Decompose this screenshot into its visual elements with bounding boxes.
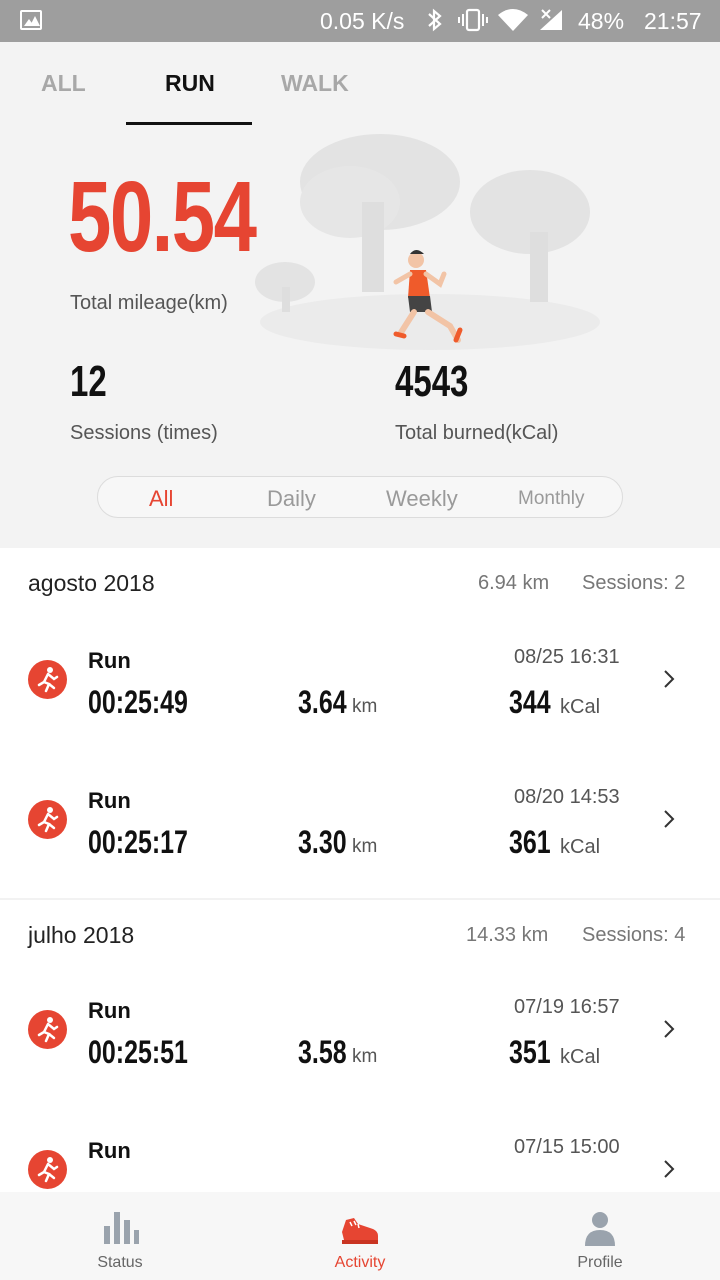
nav-label: Profile [577,1254,623,1271]
run-duration: 00:25:51 [88,1034,188,1070]
vibrate-icon [458,8,488,38]
month-distance: 14.33 km [466,924,549,946]
month-name: agosto 2018 [28,570,155,596]
bottom-navigation: Status Activity Profile [0,1192,720,1280]
distance-unit: km [352,1046,378,1067]
bluetooth-icon [426,8,444,38]
run-distance: 3.30 [298,824,347,860]
person-icon [585,1212,615,1246]
sessions-label: Sessions (times) [70,422,218,444]
chevron-right-icon [664,810,675,828]
run-calories: 361 [509,824,551,860]
run-title: Run [88,788,131,813]
tab-all[interactable]: ALL [41,70,86,97]
run-title: Run [88,998,131,1023]
run-calories: 344 [509,684,551,720]
battery-level: 48% [578,8,625,34]
running-icon [28,660,67,699]
nav-status[interactable]: Status [0,1192,240,1280]
clock: 21:57 [644,8,702,34]
month-distance: 6.94 km [478,572,550,594]
calories-unit: kCal [560,696,601,718]
run-row[interactable]: Run 07/15 15:00 [0,1110,720,1192]
chevron-right-icon [664,670,675,688]
activity-list[interactable]: agosto 2018 6.94 km Sessions: 2 Run 08/2… [0,548,720,1192]
active-tab-indicator [126,122,252,125]
burned-value: 4543 [395,357,469,406]
month-name: julho 2018 [28,922,135,948]
month-header: julho 2018 14.33 km Sessions: 4 [0,900,720,970]
run-datetime: 07/15 15:00 [514,1136,620,1158]
run-duration: 00:25:49 [88,684,188,720]
filter-daily[interactable]: Daily [267,486,316,512]
run-row[interactable]: Run 08/20 14:53 00:25:17 3.30 km 361 kCa… [0,760,720,900]
run-title: Run [88,1138,131,1163]
status-bar: 0.05 K/s 48% 21:57 [0,0,720,42]
gallery-icon [20,10,42,30]
run-row[interactable]: Run 07/19 16:57 00:25:51 3.58 km 351 kCa… [0,970,720,1110]
run-datetime: 08/25 16:31 [514,646,620,668]
nav-label: Status [97,1254,143,1271]
signal-icon [538,8,566,38]
run-title: Run [88,648,131,673]
run-row[interactable]: Run 08/25 16:31 00:25:49 3.64 km 344 kCa… [0,620,720,760]
running-icon [28,1150,67,1189]
nav-activity[interactable]: Activity [240,1192,480,1280]
distance-unit: km [352,696,378,717]
tab-walk[interactable]: WALK [281,70,349,97]
run-distance: 3.64 [298,684,347,720]
month-sessions: Sessions: 4 [582,924,686,946]
wifi-icon [497,8,529,38]
run-calories: 351 [509,1034,551,1070]
total-mileage-label: Total mileage(km) [70,292,228,314]
run-datetime: 07/19 16:57 [514,996,620,1018]
run-distance: 3.58 [298,1034,347,1070]
running-icon [28,1010,67,1049]
run-datetime: 08/20 14:53 [514,786,620,808]
summary-header: ALL RUN WALK 50.54 Total mileage(km) 12 … [0,42,720,548]
tab-run[interactable]: RUN [165,70,215,97]
runner-illustration [255,134,600,350]
nav-profile[interactable]: Profile [480,1192,720,1280]
filter-monthly[interactable]: Monthly [518,488,585,510]
total-mileage-value: 50.54 [68,161,257,273]
nav-label: Activity [334,1254,386,1271]
calories-unit: kCal [560,1046,601,1068]
month-sessions: Sessions: 2 [582,572,686,594]
chevron-right-icon [664,1160,675,1178]
running-icon [28,800,67,839]
calories-unit: kCal [560,836,601,858]
sessions-value: 12 [70,357,107,406]
distance-unit: km [352,836,378,857]
month-header: agosto 2018 6.94 km Sessions: 2 [0,548,720,618]
network-speed: 0.05 K/s [320,8,405,34]
filter-weekly[interactable]: Weekly [386,486,458,512]
chevron-right-icon [664,1020,675,1038]
bar-chart-icon [104,1212,139,1244]
shoe-icon [342,1218,378,1244]
period-filter: All Daily Weekly Monthly [97,476,623,518]
run-duration: 00:25:17 [88,824,188,860]
filter-all[interactable]: All [149,486,173,512]
burned-label: Total burned(kCal) [395,422,559,444]
